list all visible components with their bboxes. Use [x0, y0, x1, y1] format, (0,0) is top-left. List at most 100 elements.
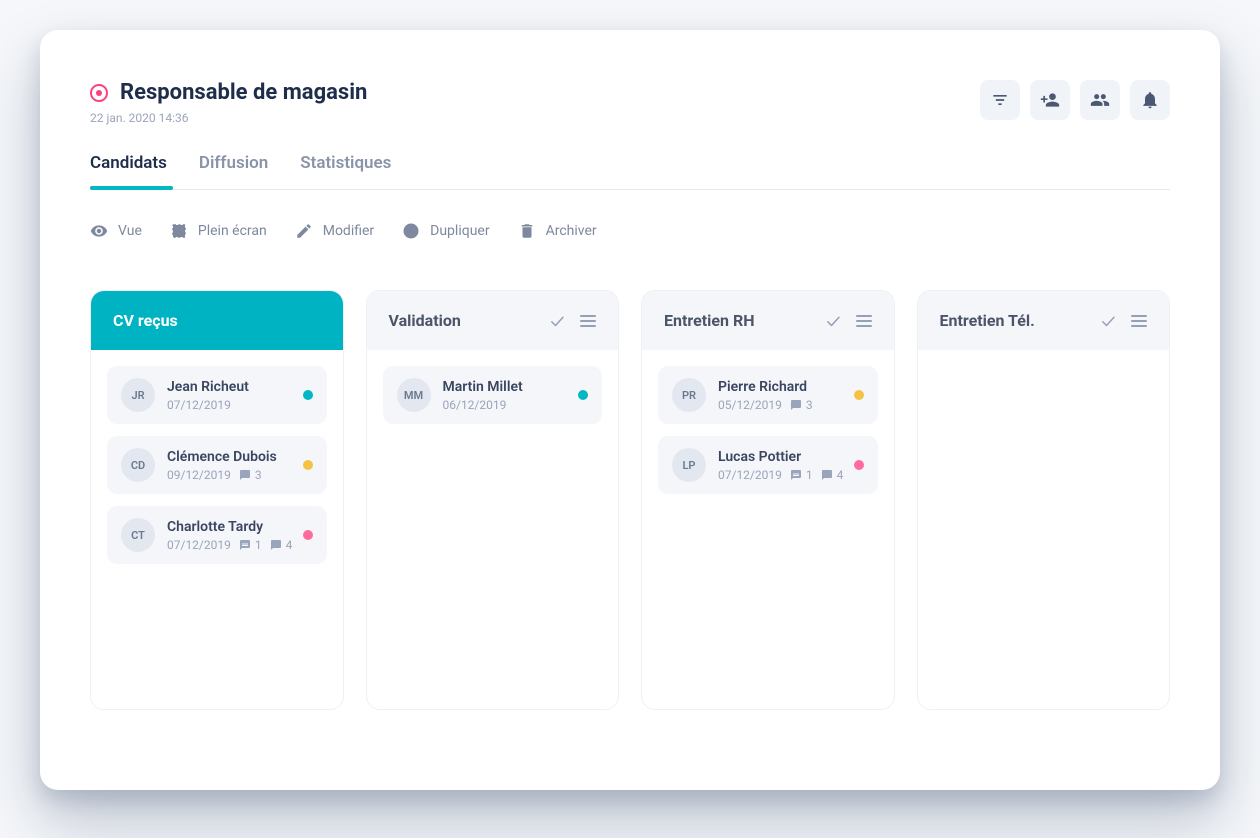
card-date: 07/12/2019	[167, 538, 231, 552]
note-count: 3	[790, 398, 813, 412]
check-icon[interactable]	[824, 312, 842, 330]
cards-list: JR Jean Richeut 07/12/2019 CD Clémence Duboi…	[91, 350, 343, 580]
view-action[interactable]: Vue	[90, 222, 142, 240]
note-count: 4	[270, 538, 293, 552]
column-header[interactable]: CV reçus	[91, 291, 343, 350]
avatar: JR	[121, 378, 155, 412]
tab-diffusion[interactable]: Diffusion	[199, 153, 268, 189]
avatar: PR	[672, 378, 706, 412]
page-title: Responsable de magasin	[120, 80, 367, 105]
column-header[interactable]: Validation	[367, 291, 619, 350]
note-count: 4	[821, 468, 844, 482]
candidate-name: Lucas Pottier	[718, 449, 842, 465]
check-icon[interactable]	[548, 312, 566, 330]
tab-statistiques[interactable]: Statistiques	[300, 153, 391, 189]
avatar: MM	[397, 378, 431, 412]
duplicate-action[interactable]: Dupliquer	[402, 222, 489, 240]
column-title: CV reçus	[113, 311, 178, 330]
card-date: 05/12/2019	[718, 398, 782, 412]
title-block: Responsable de magasin 22 jan. 2020 14:3…	[90, 80, 367, 125]
card-date: 09/12/2019	[167, 468, 231, 482]
column-title: Entretien Tél.	[940, 311, 1035, 330]
archive-action[interactable]: Archiver	[518, 222, 597, 240]
candidate-name: Pierre Richard	[718, 379, 842, 395]
card-date: 07/12/2019	[167, 398, 231, 412]
candidate-name: Clémence Dubois	[167, 449, 291, 465]
candidate-name: Jean Richeut	[167, 379, 291, 395]
menu-icon[interactable]	[580, 312, 596, 330]
candidate-card[interactable]: CT Charlotte Tardy 07/12/201914	[107, 506, 327, 564]
filter-button[interactable]	[980, 80, 1020, 120]
avatar: CD	[121, 448, 155, 482]
column-actions	[1099, 312, 1147, 330]
trash-icon	[518, 222, 536, 240]
candidate-card[interactable]: CD Clémence Dubois 09/12/2019 3	[107, 436, 327, 494]
people-icon	[1090, 90, 1110, 110]
column-title: Entretien RH	[664, 311, 755, 330]
avatar: LP	[672, 448, 706, 482]
bell-icon	[1140, 90, 1160, 110]
note-count: 3	[239, 468, 262, 482]
edit-action[interactable]: Modifier	[295, 222, 374, 240]
card-meta: 06/12/2019	[443, 398, 567, 412]
fullscreen-action[interactable]: Plein écran	[170, 222, 267, 240]
card-body: Clémence Dubois 09/12/2019 3	[167, 449, 291, 482]
person-add-icon	[1040, 90, 1060, 110]
column-header[interactable]: Entretien Tél.	[918, 291, 1170, 350]
candidate-card[interactable]: PR Pierre Richard 05/12/2019 3	[658, 366, 878, 424]
candidate-card[interactable]: MM Martin Millet 06/12/2019	[383, 366, 603, 424]
menu-icon[interactable]	[856, 312, 872, 330]
card-meta: 07/12/2019 14	[718, 468, 842, 482]
tool-label: Dupliquer	[430, 223, 489, 239]
notifications-button[interactable]	[1130, 80, 1170, 120]
candidate-name: Charlotte Tardy	[167, 519, 291, 535]
message-count: 1	[790, 468, 813, 482]
add-user-button[interactable]	[1030, 80, 1070, 120]
candidate-card[interactable]: LP Lucas Pottier 07/12/2019 14	[658, 436, 878, 494]
tool-label: Vue	[118, 223, 142, 239]
timestamp: 22 jan. 2020 14:36	[90, 111, 367, 125]
cards-list: PR Pierre Richard 05/12/2019 3 LP Lucas Potti…	[642, 350, 894, 510]
eye-icon	[90, 222, 108, 240]
header-actions	[980, 80, 1170, 120]
status-dot	[303, 390, 313, 400]
filter-icon	[990, 90, 1010, 110]
candidate-card[interactable]: JR Jean Richeut 07/12/2019	[107, 366, 327, 424]
tabs: Candidats Diffusion Statistiques	[90, 153, 1170, 190]
tab-candidats[interactable]: Candidats	[90, 153, 167, 189]
card-meta: 07/12/201914	[167, 538, 291, 552]
record-icon	[90, 84, 108, 102]
tool-label: Plein écran	[198, 223, 267, 239]
check-icon[interactable]	[1099, 312, 1117, 330]
cards-list: MM Martin Millet 06/12/2019	[367, 350, 619, 440]
card-body: Martin Millet 06/12/2019	[443, 379, 567, 412]
copy-plus-icon	[402, 222, 420, 240]
column-actions	[824, 312, 872, 330]
pencil-icon	[295, 222, 313, 240]
header: Responsable de magasin 22 jan. 2020 14:3…	[90, 80, 1170, 125]
avatar: CT	[121, 518, 155, 552]
kanban-board: CV reçus JR Jean Richeut 07/12/2019 CD Clémen…	[90, 290, 1170, 710]
tool-label: Archiver	[546, 223, 597, 239]
card-meta: 09/12/2019 3	[167, 468, 291, 482]
status-dot	[303, 530, 313, 540]
status-dot	[854, 390, 864, 400]
card-meta: 05/12/2019 3	[718, 398, 842, 412]
card-date: 07/12/2019	[718, 468, 782, 482]
card-body: Lucas Pottier 07/12/2019 14	[718, 449, 842, 482]
card-date: 06/12/2019	[443, 398, 507, 412]
menu-icon[interactable]	[1131, 312, 1147, 330]
card-body: Charlotte Tardy 07/12/201914	[167, 519, 291, 552]
column-2: Entretien RH PR Pierre Richard 05/12/2019 3 L…	[641, 290, 895, 710]
column-header[interactable]: Entretien RH	[642, 291, 894, 350]
app-window: Responsable de magasin 22 jan. 2020 14:3…	[40, 30, 1220, 790]
card-body: Pierre Richard 05/12/2019 3	[718, 379, 842, 412]
card-body: Jean Richeut 07/12/2019	[167, 379, 291, 412]
column-3: Entretien Tél.	[917, 290, 1171, 710]
column-actions	[548, 312, 596, 330]
tool-label: Modifier	[323, 223, 374, 239]
team-button[interactable]	[1080, 80, 1120, 120]
column-title: Validation	[389, 311, 461, 330]
status-dot	[854, 460, 864, 470]
candidate-name: Martin Millet	[443, 379, 567, 395]
